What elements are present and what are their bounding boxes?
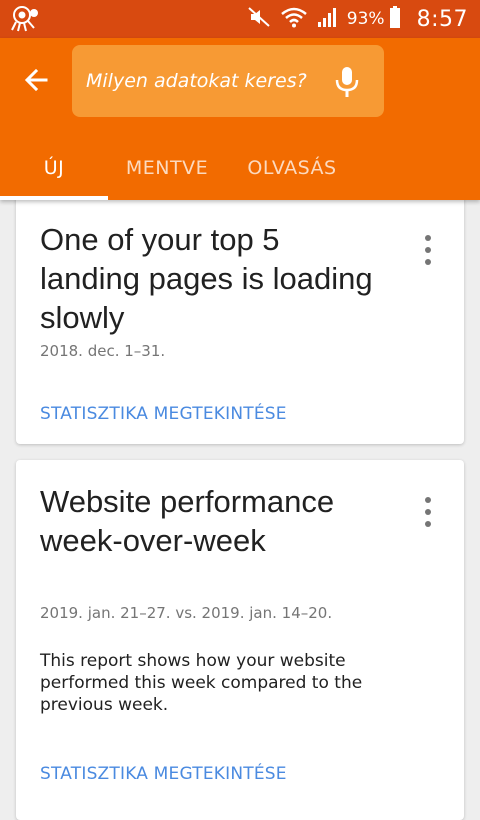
tab-uj[interactable]: ÚJ	[0, 136, 108, 200]
mute-icon	[247, 6, 271, 32]
search-box[interactable]	[72, 45, 384, 117]
tab-label: ÚJ	[43, 157, 65, 179]
voice-search-button[interactable]	[332, 65, 362, 99]
tab-indicator	[0, 196, 108, 200]
wifi-icon	[280, 6, 307, 32]
card-date: 2019. jan. 21–27. vs. 2019. jan. 14–20.	[40, 604, 333, 622]
card-menu-button[interactable]	[416, 494, 440, 530]
tab-label: OLVASÁS	[247, 157, 337, 179]
tab-label: MENTVE	[125, 157, 209, 179]
tab-olvasas[interactable]: OLVASÁS	[226, 136, 358, 200]
signal-icon	[317, 6, 339, 32]
view-insight-link[interactable]: STATISZTIKA MEGTEKINTÉSE	[40, 404, 287, 424]
view-insight-link[interactable]: STATISZTIKA MEGTEKINTÉSE	[40, 764, 287, 784]
arrow-back-icon	[18, 68, 58, 104]
tab-bar: ÚJ MENTVE OLVASÁS	[0, 136, 480, 200]
card-description: This report shows how your website perfo…	[40, 651, 363, 715]
card-menu-button[interactable]	[416, 232, 440, 268]
insight-card: One of your top 5 landing pages is loadi…	[16, 190, 464, 444]
more-vert-icon	[416, 235, 440, 272]
card-title: Website performance week-over-week	[40, 484, 335, 558]
status-icons: 93% 8:57	[237, 0, 468, 38]
notification-icon	[10, 5, 42, 33]
clock: 8:57	[416, 6, 468, 32]
status-bar: 93% 8:57	[0, 0, 480, 38]
insight-card: Website performance week-over-week 2019.…	[16, 460, 464, 820]
app-bar: ÚJ MENTVE OLVASÁS	[0, 38, 480, 200]
search-input[interactable]	[86, 59, 326, 103]
mic-icon	[332, 67, 362, 103]
card-title: One of your top 5 landing pages is loadi…	[40, 222, 373, 335]
more-vert-icon	[416, 497, 440, 534]
battery-icon	[389, 6, 401, 32]
back-button[interactable]	[18, 60, 58, 100]
battery-percent: 93%	[346, 9, 385, 29]
card-date: 2018. dec. 1–31.	[40, 342, 166, 360]
tab-mentve[interactable]: MENTVE	[108, 136, 226, 200]
